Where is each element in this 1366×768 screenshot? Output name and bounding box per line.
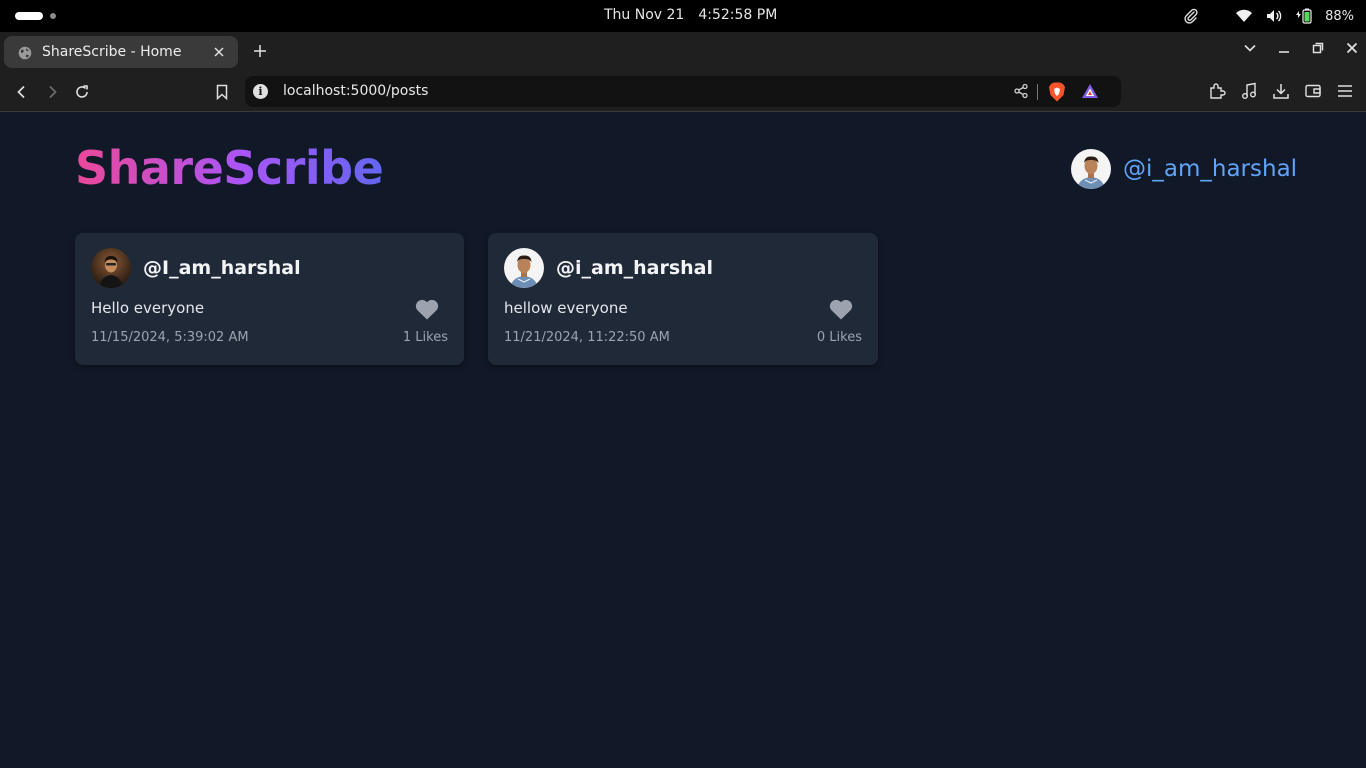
close-window-button[interactable] [1346, 42, 1358, 54]
workspace-dot[interactable] [50, 13, 56, 19]
browser-tabstrip: ShareScribe - Home [0, 32, 1366, 72]
brave-rewards-icon[interactable] [1081, 83, 1099, 103]
post-content: hellow everyone [504, 299, 628, 317]
reload-button[interactable] [72, 82, 92, 102]
current-user-handle[interactable]: @i_am_harshal [1123, 156, 1297, 182]
toolbar-actions [1208, 82, 1354, 100]
close-tab-icon[interactable] [210, 43, 228, 61]
avatar[interactable] [1071, 149, 1111, 189]
extensions-icon[interactable] [1208, 82, 1226, 100]
post-likes-count: 0 Likes [816, 330, 862, 345]
post-card: @I_am_harshal Hello everyone 11/15/2024,… [75, 233, 464, 365]
app-logo[interactable]: ShareScribe [75, 140, 384, 196]
post-handle[interactable]: @I_am_harshal [143, 257, 301, 279]
tab-list-chevron-icon[interactable] [1244, 44, 1256, 52]
tab-title: ShareScribe - Home [42, 44, 182, 60]
heart-icon [829, 299, 853, 320]
bookmark-button[interactable] [212, 82, 232, 102]
back-arrow-icon [17, 85, 25, 99]
os-top-bar: Thu Nov 21 4:52:58 PM 88% [0, 0, 1366, 32]
battery-percent: 88% [1325, 8, 1354, 24]
post-handle[interactable]: @i_am_harshal [556, 257, 713, 279]
forward-button[interactable] [42, 82, 62, 102]
volume-icon [1265, 8, 1283, 24]
post-timestamp: 11/21/2024, 11:22:50 AM [504, 330, 670, 345]
post-author[interactable]: @I_am_harshal [91, 248, 301, 288]
battery-icon [1295, 8, 1313, 24]
wallet-icon[interactable] [1304, 82, 1322, 100]
media-music-icon[interactable] [1240, 82, 1258, 100]
restore-button[interactable] [1312, 42, 1324, 54]
forward-arrow-icon [49, 85, 57, 99]
minimize-button[interactable] [1278, 42, 1290, 54]
workspace-indicator[interactable] [15, 12, 43, 20]
os-date: Thu Nov 21 [604, 7, 685, 23]
address-bar[interactable]: i localhost:5000/posts [245, 76, 1121, 107]
address-bar-divider [1037, 84, 1038, 100]
header-user-profile[interactable]: @i_am_harshal [1071, 149, 1297, 189]
menu-hamburger-icon[interactable] [1336, 82, 1354, 100]
share-icon[interactable] [1013, 83, 1029, 103]
download-icon[interactable] [1272, 82, 1290, 100]
post-content: Hello everyone [91, 299, 205, 317]
reload-icon [76, 85, 88, 98]
back-button[interactable] [12, 82, 32, 102]
post-card: @i_am_harshal hellow everyone 11/21/2024… [488, 233, 878, 365]
post-likes-count: 1 Likes [402, 330, 448, 345]
browser-toolbar: i localhost:5000/posts [0, 72, 1366, 112]
brave-shields-icon[interactable] [1048, 82, 1066, 106]
globe-icon [18, 45, 32, 60]
wifi-icon [1235, 8, 1253, 24]
like-button[interactable] [828, 297, 854, 321]
paperclip-icon [1183, 8, 1199, 24]
avatar[interactable] [504, 248, 544, 288]
window-controls [1244, 42, 1358, 54]
like-button[interactable] [414, 297, 440, 321]
bookmark-icon [216, 84, 228, 100]
system-tray[interactable]: 88% [1183, 6, 1354, 26]
avatar[interactable] [91, 248, 131, 288]
post-timestamp: 11/15/2024, 5:39:02 AM [91, 330, 249, 345]
os-time: 4:52:58 PM [698, 7, 778, 23]
os-clock[interactable]: Thu Nov 21 4:52:58 PM [604, 7, 777, 23]
tab-sharescribe-home[interactable]: ShareScribe - Home [4, 36, 238, 68]
heart-icon [415, 299, 439, 320]
new-tab-button[interactable] [250, 41, 270, 61]
url-text[interactable]: localhost:5000/posts [283, 83, 428, 99]
site-info-icon[interactable]: i [253, 84, 268, 99]
post-author[interactable]: @i_am_harshal [504, 248, 713, 288]
